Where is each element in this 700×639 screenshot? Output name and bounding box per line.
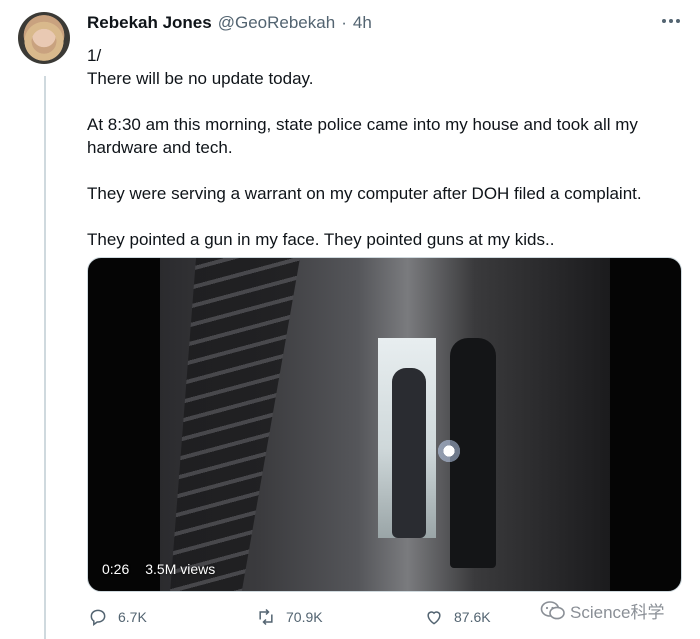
avatar[interactable] — [18, 12, 70, 64]
author-name[interactable]: Rebekah Jones — [87, 13, 212, 33]
author-handle[interactable]: @GeoRebekah — [218, 13, 335, 33]
reply-button[interactable]: 6.7K — [88, 607, 256, 627]
watermark-text: Science科学 — [570, 603, 665, 622]
video-player[interactable]: 0:26 3.5M views — [87, 257, 682, 592]
text-line: They were serving a warrant on my comput… — [87, 184, 642, 203]
video-overlay: 0:26 3.5M views — [102, 561, 215, 577]
timestamp[interactable]: 4h — [353, 13, 372, 33]
avatar-hair — [24, 16, 64, 62]
staircase-image — [170, 258, 300, 591]
watermark: Science科学 — [540, 598, 664, 623]
retweet-icon — [259, 608, 273, 626]
tweet-header: Rebekah Jones @GeoRebekah · 4h — [87, 13, 372, 37]
retweet-button[interactable]: 70.9K — [256, 607, 424, 627]
thread-line — [44, 76, 46, 639]
text-line: They pointed a gun in my face. They poin… — [87, 230, 555, 249]
tweet-text: 1/ There will be no update today. At 8:3… — [87, 44, 687, 251]
separator: · — [341, 13, 347, 32]
like-icon — [427, 611, 441, 625]
reply-icon — [90, 609, 106, 626]
flashlight-glare — [436, 438, 462, 464]
retweet-count: 70.9K — [286, 609, 323, 625]
text-line: 1/ — [87, 46, 102, 65]
like-count: 87.6K — [454, 609, 491, 625]
text-line: At 8:30 am this morning, state police ca… — [87, 115, 638, 134]
text-line: hardware and tech. — [87, 138, 233, 157]
video-views: 3.5M views — [145, 561, 216, 577]
text-line: There will be no update today. — [87, 69, 314, 88]
more-icon[interactable] — [660, 16, 682, 26]
video-frame — [160, 258, 610, 591]
wechat-icon — [540, 600, 565, 619]
reply-count: 6.7K — [118, 609, 147, 625]
person-silhouette — [392, 368, 426, 538]
video-duration: 0:26 — [102, 561, 130, 577]
